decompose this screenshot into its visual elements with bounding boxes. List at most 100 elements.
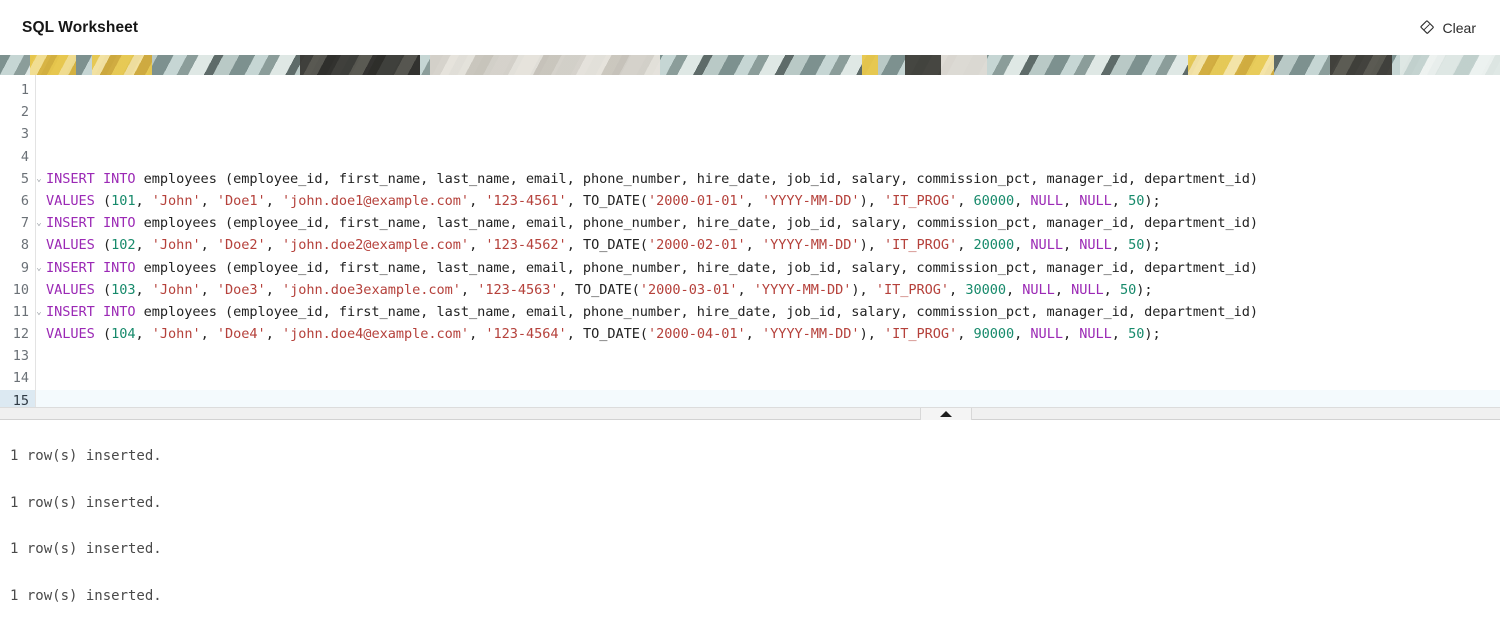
line-number[interactable]: 4 <box>0 146 35 168</box>
code-token-kw: VALUES <box>46 281 95 298</box>
code-token-id: , <box>745 192 762 209</box>
code-token-id: , <box>135 192 152 209</box>
code-token-str: 'Doe2' <box>216 237 266 254</box>
line-number[interactable]: 13 <box>0 345 35 367</box>
code-token-id: , <box>745 237 762 254</box>
line-number[interactable]: 15 <box>0 389 35 407</box>
banner-patch <box>941 55 987 75</box>
result-message: 1 row(s) inserted. <box>10 448 162 464</box>
banner-patch <box>30 55 76 75</box>
code-token-kw: VALUES <box>46 192 95 209</box>
code-token-kw: NULL <box>1030 192 1063 209</box>
code-line[interactable]: INSERT INTO employees (employee_id, firs… <box>36 168 1500 190</box>
line-number[interactable]: 2 <box>0 101 35 123</box>
line-number[interactable]: 8 <box>0 234 35 256</box>
code-token-id: , <box>1054 281 1072 298</box>
clear-button[interactable]: Clear <box>1416 15 1478 40</box>
code-token-kw: NULL <box>1030 326 1063 343</box>
code-token-str: 'john.doe3example.com' <box>281 281 461 298</box>
app-header: SQL Worksheet Clear <box>0 0 1500 55</box>
code-line[interactable]: VALUES (102, 'John', 'Doe2', 'john.doe2@… <box>36 234 1500 256</box>
code-line[interactable] <box>36 79 1500 101</box>
code-line[interactable] <box>36 367 1500 389</box>
code-line[interactable]: INSERT INTO employees (employee_id, firs… <box>36 212 1500 234</box>
splitter-collapse-handle[interactable] <box>920 408 972 420</box>
code-token-id: employees (employee_id, first_name, last… <box>135 259 1258 276</box>
banner-patch <box>92 55 152 75</box>
code-line[interactable]: VALUES (103, 'John', 'Doe3', 'john.doe3e… <box>36 279 1500 301</box>
code-token-id: , <box>460 281 478 298</box>
line-number[interactable]: 3 <box>0 123 35 145</box>
code-token-str: 'IT_PROG' <box>883 237 958 254</box>
code-token-str: '123-4564' <box>485 326 567 343</box>
code-line[interactable] <box>36 101 1500 123</box>
code-token-kw: NULL <box>1079 326 1112 343</box>
panel-splitter[interactable] <box>0 407 1500 420</box>
code-token-id: , <box>265 281 282 298</box>
banner-patch <box>862 55 878 75</box>
result-message: 1 row(s) inserted. <box>10 541 162 557</box>
code-line[interactable]: VALUES (104, 'John', 'Doe4', 'john.doe4@… <box>36 323 1500 345</box>
banner-patch <box>300 55 420 75</box>
code-token-num: 104 <box>111 326 136 343</box>
line-number[interactable]: 11 ⌄ <box>0 301 42 323</box>
code-token-str: 'John' <box>151 237 201 254</box>
code-line[interactable] <box>36 389 1500 407</box>
code-token-kw: NULL <box>1030 237 1063 254</box>
code-token-id: ); <box>1144 237 1161 254</box>
code-token-id: ), <box>859 192 884 209</box>
line-number[interactable]: 1 <box>0 79 35 101</box>
line-number[interactable]: 9 ⌄ <box>0 257 42 279</box>
code-token-id: ( <box>94 237 112 254</box>
code-token-id: , <box>200 326 217 343</box>
code-line[interactable] <box>36 146 1500 168</box>
code-token-id: , <box>1014 326 1031 343</box>
banner-patch <box>1330 55 1392 75</box>
eraser-icon <box>1418 19 1435 36</box>
code-token-num: 50 <box>1128 237 1145 254</box>
page-title: SQL Worksheet <box>22 18 139 36</box>
code-line[interactable]: INSERT INTO employees (employee_id, firs… <box>36 301 1500 323</box>
clear-button-label: Clear <box>1442 19 1476 36</box>
code-token-id: , <box>469 192 486 209</box>
line-number-gutter[interactable]: 1 2 3 4 5 ⌄ 6 7 ⌄ 8 9 ⌄ 10 11 ⌄ 12 13 14 15 <box>0 75 42 407</box>
code-token-kw: VALUES <box>46 326 95 343</box>
code-token-id: , <box>469 237 486 254</box>
line-number[interactable]: 5 ⌄ <box>0 168 42 190</box>
code-token-kw: NULL <box>1079 237 1112 254</box>
code-line[interactable] <box>36 123 1500 145</box>
banner-patch <box>1400 55 1500 75</box>
line-number[interactable]: 6 <box>0 190 35 212</box>
code-token-str: 'YYYY-MM-DD' <box>761 326 860 343</box>
line-number[interactable]: 12 <box>0 323 35 345</box>
code-text-area[interactable]: INSERT INTO employees (employee_id, firs… <box>36 75 1500 407</box>
sql-editor[interactable]: 1 2 3 4 5 ⌄ 6 7 ⌄ 8 9 ⌄ 10 11 ⌄ 12 13 14 15 INSERT INTO em… <box>0 75 1500 407</box>
code-token-id: , <box>469 326 486 343</box>
code-token-id: ( <box>94 326 112 343</box>
code-token-id: , <box>200 192 217 209</box>
query-results-panel: 1 row(s) inserted. 1 row(s) inserted. 1 ro… <box>0 420 1500 624</box>
code-token-id: , <box>135 326 152 343</box>
code-token-id: ); <box>1144 192 1161 209</box>
result-message: 1 row(s) inserted. <box>10 587 162 604</box>
code-line[interactable]: INSERT INTO employees (employee_id, firs… <box>36 257 1500 279</box>
code-token-id: ); <box>1136 281 1153 298</box>
code-token-str: '2000-03-01' <box>639 281 738 298</box>
code-token-id: ); <box>1144 326 1161 343</box>
code-token-id: , <box>737 281 754 298</box>
code-token-id: , <box>957 237 974 254</box>
line-number[interactable]: 7 ⌄ <box>0 212 42 234</box>
code-token-id: , <box>957 326 974 343</box>
code-token-kw: INSERT INTO <box>46 303 136 320</box>
line-number[interactable]: 10 <box>0 279 35 301</box>
code-token-id: , TO_DATE( <box>566 326 649 343</box>
code-line[interactable] <box>36 345 1500 367</box>
line-number[interactable]: 14 <box>0 367 35 389</box>
code-line[interactable]: VALUES (101, 'John', 'Doe1', 'john.doe1@… <box>36 190 1500 212</box>
code-token-kw: NULL <box>1022 281 1055 298</box>
code-token-str: 'YYYY-MM-DD' <box>761 192 860 209</box>
code-token-id: , <box>1006 281 1023 298</box>
code-token-id: , <box>265 237 282 254</box>
code-token-kw: INSERT INTO <box>46 170 136 187</box>
code-token-str: 'john.doe4@example.com' <box>281 326 470 343</box>
